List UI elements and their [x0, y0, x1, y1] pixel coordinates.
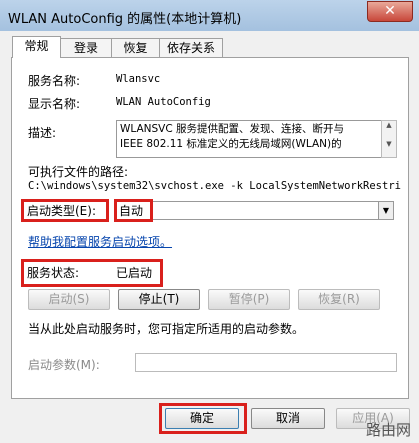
help-link[interactable]: 帮助我配置服务启动选项。: [28, 233, 172, 250]
startup-type-label: 启动类型(E):: [27, 204, 96, 218]
tab-dependencies[interactable]: 依存关系: [159, 38, 223, 58]
startup-type-select[interactable]: [116, 201, 384, 220]
tab-general[interactable]: 常规: [12, 36, 61, 58]
tab-logon[interactable]: 登录: [60, 38, 112, 58]
stop-button[interactable]: 停止(T): [118, 289, 200, 310]
tab-recovery[interactable]: 恢复: [111, 38, 160, 58]
tab-label: 依存关系: [166, 41, 215, 55]
ok-button[interactable]: 确定: [165, 408, 239, 429]
scroll-up-icon: ▲: [386, 121, 392, 129]
start-params-label: 启动参数(M):: [28, 358, 100, 372]
tab-label: 常规: [24, 39, 49, 53]
service-status-label: 服务状态:: [27, 266, 80, 280]
chevron-down-icon[interactable]: ▼: [378, 201, 394, 220]
close-icon: ✕: [384, 3, 396, 19]
description-line: WLANSVC 服务提供配置、发现、连接、断开与: [120, 123, 345, 135]
tab-label: 登录: [73, 41, 98, 55]
title-bar: WLAN AutoConfig 的属性(本地计算机) ✕: [0, 0, 419, 31]
startup-type-value: 自动: [119, 204, 144, 218]
description-label: 描述:: [28, 126, 57, 140]
start-params-note: 当从此处启动服务时，您可指定所适用的启动参数。: [28, 322, 305, 336]
display-name-label: 显示名称:: [28, 97, 81, 111]
cancel-button[interactable]: 取消: [251, 408, 325, 429]
description-box[interactable]: WLANSVC 服务提供配置、发现、连接、断开与 IEEE 802.11 标准定…: [116, 120, 384, 158]
tab-label: 恢复: [123, 41, 148, 55]
scroll-down-icon: ▼: [386, 140, 392, 148]
window-title: WLAN AutoConfig 的属性(本地计算机): [8, 12, 242, 27]
display-name-value: WLAN AutoConfig: [116, 96, 211, 108]
watermark: 路由网: [365, 421, 411, 439]
description-line: IEEE 802.11 标准定义的无线局域网(WLAN)的: [120, 138, 342, 150]
start-params-input[interactable]: [135, 353, 397, 372]
service-name-label: 服务名称:: [28, 74, 81, 88]
general-panel: 服务名称: Wlansvc 显示名称: WLAN AutoConfig 描述: …: [11, 57, 409, 399]
close-button[interactable]: ✕: [367, 1, 413, 22]
service-name-value: Wlansvc: [116, 73, 161, 85]
exe-path-value: C:\windows\system32\svchost.exe -k Local…: [28, 180, 402, 192]
description-scrollbar[interactable]: ▲ ▼: [381, 120, 397, 158]
service-status-value: 已启动: [116, 266, 153, 280]
resume-button[interactable]: 恢复(R): [298, 289, 380, 310]
start-button[interactable]: 启动(S): [28, 289, 110, 310]
exe-path-label: 可执行文件的路径:: [28, 165, 129, 179]
pause-button[interactable]: 暂停(P): [208, 289, 290, 310]
